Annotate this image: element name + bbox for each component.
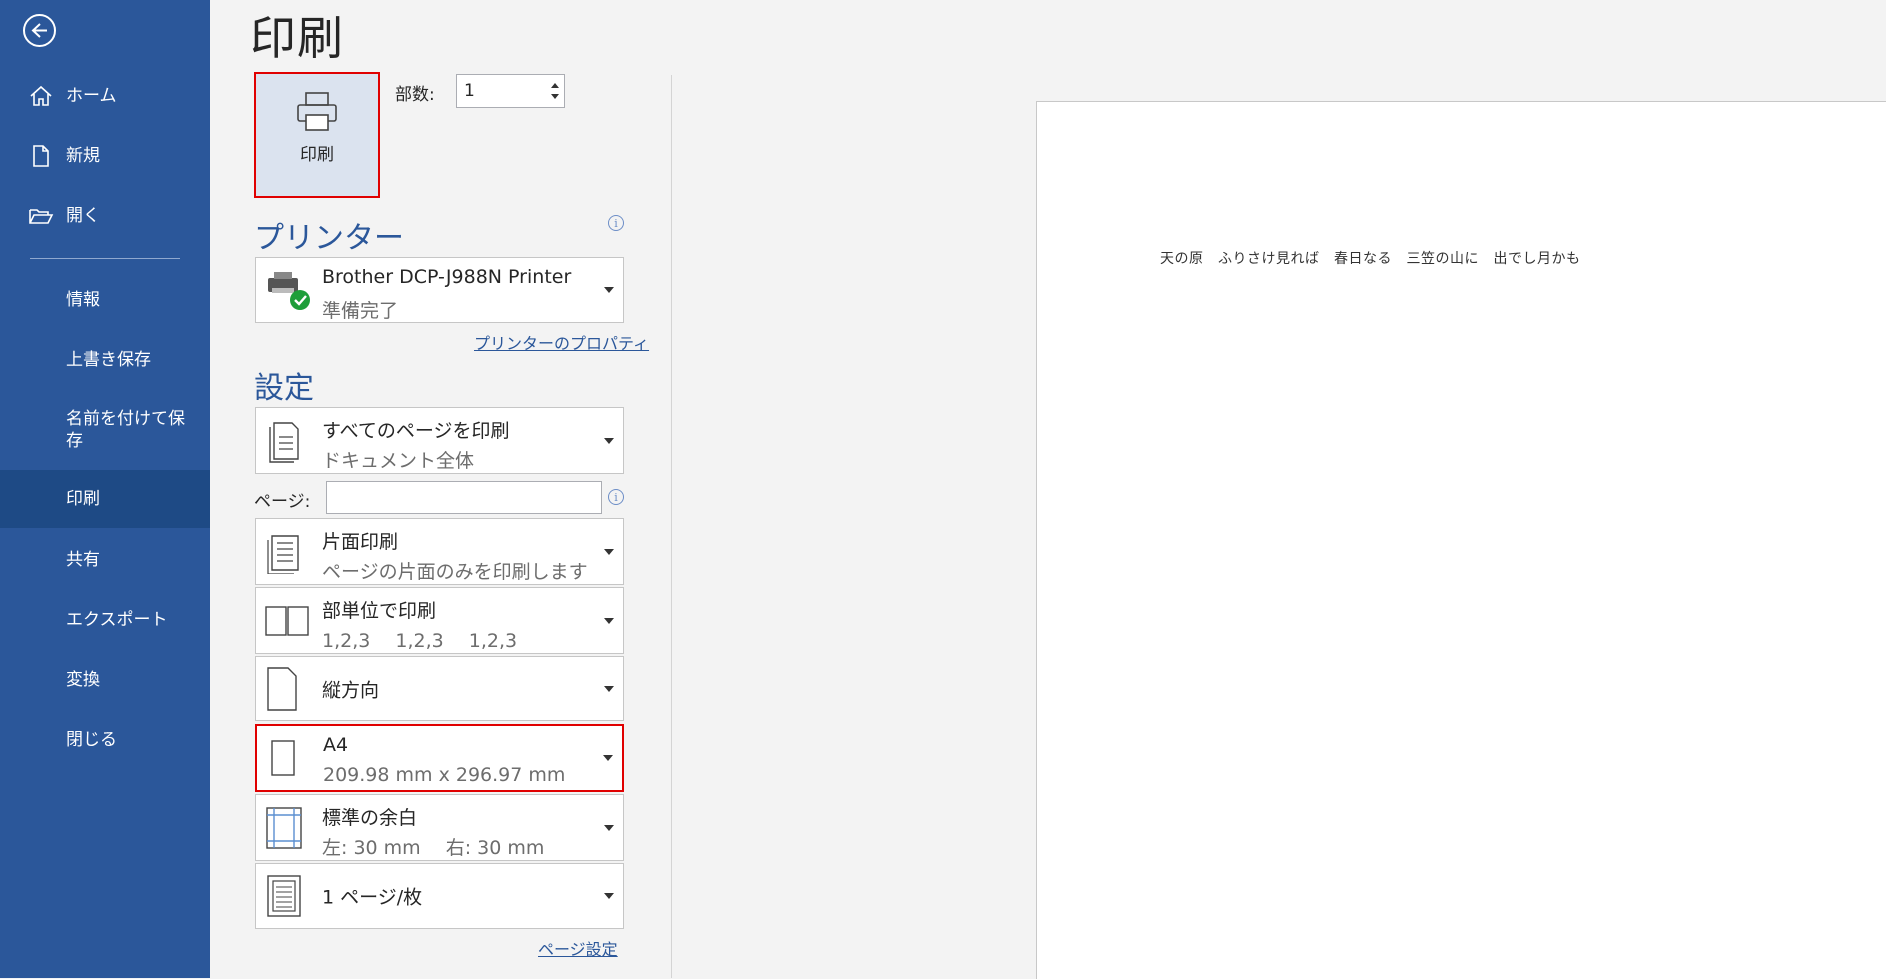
printer-properties-link[interactable]: プリンターのプロパティ bbox=[474, 330, 649, 354]
nav-label: 開く bbox=[66, 206, 100, 226]
copies-label: 部数: bbox=[395, 85, 435, 105]
nav-label: エクスポート bbox=[66, 610, 168, 630]
home-icon bbox=[30, 85, 52, 106]
paper-size-icon bbox=[271, 740, 295, 776]
panel-divider bbox=[671, 75, 672, 978]
printer-status: 準備完了 bbox=[322, 300, 399, 322]
sides-dropdown[interactable]: 片面印刷 ページの片面のみを印刷します bbox=[255, 518, 624, 585]
nav-divider bbox=[30, 258, 180, 259]
pages-input[interactable] bbox=[326, 481, 602, 514]
all-pages-icon bbox=[269, 421, 299, 463]
print-preview-page: 天の原 ふりさけ見れば 春日なる 三笠の山に 出でし月かも bbox=[1036, 101, 1886, 979]
nav-label: 共有 bbox=[66, 550, 100, 570]
back-arrow-icon bbox=[31, 23, 47, 38]
nav-label: ホーム bbox=[66, 86, 117, 106]
printer-icon bbox=[297, 92, 337, 131]
chevron-down-icon bbox=[604, 437, 614, 444]
spin-down-icon[interactable] bbox=[548, 90, 562, 104]
nav-label: 名前を付けて保存 bbox=[66, 409, 185, 451]
info-icon[interactable]: i bbox=[608, 489, 624, 505]
nav-item-save[interactable]: 上書き保存 bbox=[0, 331, 210, 389]
page-setup-link[interactable]: ページ設定 bbox=[538, 936, 618, 960]
chevron-down-icon bbox=[604, 685, 614, 692]
one-sided-icon bbox=[267, 534, 299, 574]
printer-ready-icon bbox=[268, 272, 310, 310]
copies-spinner[interactable]: 1 bbox=[456, 74, 565, 108]
paper-size-dropdown[interactable]: A4 209.98 mm x 296.97 mm bbox=[255, 724, 624, 792]
pages-per-sheet-icon bbox=[267, 875, 301, 917]
pages-per-sheet-title: 1 ページ/枚 bbox=[322, 886, 423, 909]
preview-text: 天の原 ふりさけ見れば 春日なる 三笠の山に 出でし月かも bbox=[1160, 251, 1581, 267]
margins-icon bbox=[266, 806, 302, 849]
nav-item-info[interactable]: 情報 bbox=[0, 271, 210, 329]
chevron-down-icon bbox=[604, 617, 614, 624]
nav-label: 変換 bbox=[66, 670, 100, 690]
pages-label: ページ: bbox=[254, 492, 311, 512]
print-range-title: すべてのページを印刷 bbox=[322, 420, 510, 442]
new-document-icon bbox=[33, 145, 49, 167]
nav-label: 上書き保存 bbox=[66, 350, 151, 370]
nav-label: 閉じる bbox=[66, 730, 117, 750]
printer-name: Brother DCP-J988N Printer bbox=[322, 266, 572, 288]
printer-heading: プリンター bbox=[254, 221, 404, 256]
folder-open-icon bbox=[29, 209, 54, 224]
sides-title: 片面印刷 bbox=[322, 531, 399, 553]
print-range-subtitle: ドキュメント全体 bbox=[322, 450, 475, 472]
collate-title: 部単位で印刷 bbox=[322, 600, 437, 622]
pages-per-sheet-dropdown[interactable]: 1 ページ/枚 bbox=[255, 863, 624, 929]
chevron-down-icon bbox=[604, 893, 614, 899]
orientation-title: 縦方向 bbox=[322, 679, 380, 701]
print-button[interactable]: 印刷 bbox=[254, 72, 380, 198]
orientation-dropdown[interactable]: 縦方向 bbox=[255, 656, 624, 721]
nav-item-print[interactable]: 印刷 bbox=[0, 470, 210, 528]
nav-label: 新規 bbox=[66, 146, 100, 166]
settings-heading: 設定 bbox=[254, 371, 314, 406]
nav-item-share[interactable]: 共有 bbox=[0, 531, 210, 589]
paper-size-subtitle: 209.98 mm x 296.97 mm bbox=[323, 764, 566, 786]
back-button[interactable] bbox=[23, 14, 56, 47]
paper-size-title: A4 bbox=[323, 734, 349, 756]
sides-subtitle: ページの片面のみを印刷します bbox=[322, 561, 588, 583]
page-title: 印刷 bbox=[250, 11, 344, 65]
chevron-down-icon bbox=[604, 287, 614, 293]
chevron-down-icon bbox=[603, 755, 613, 761]
nav-item-transform[interactable]: 変換 bbox=[0, 651, 210, 709]
collate-icon bbox=[265, 605, 309, 636]
nav-item-home[interactable]: ホーム bbox=[0, 67, 210, 125]
collate-subtitle: 1,2,3 1,2,3 1,2,3 bbox=[322, 630, 518, 652]
margins-title: 標準の余白 bbox=[322, 807, 418, 829]
nav-item-save-as[interactable]: 名前を付けて保存 bbox=[0, 397, 210, 463]
print-button-label: 印刷 bbox=[300, 145, 334, 165]
nav-item-open[interactable]: 開く bbox=[0, 187, 210, 245]
nav-label: 印刷 bbox=[66, 489, 100, 509]
chevron-down-icon bbox=[604, 824, 614, 831]
collate-dropdown[interactable]: 部単位で印刷 1,2,3 1,2,3 1,2,3 bbox=[255, 587, 624, 654]
printer-dropdown[interactable]: Brother DCP-J988N Printer 準備完了 bbox=[255, 257, 624, 323]
nav-item-new[interactable]: 新規 bbox=[0, 127, 210, 185]
backstage-nav: ホーム 新規 開く 情報 上書き保存 名前を付けて保存 印刷 共有 エクスポート… bbox=[0, 0, 210, 978]
portrait-icon bbox=[267, 666, 297, 711]
print-range-dropdown[interactable]: すべてのページを印刷 ドキュメント全体 bbox=[255, 407, 624, 474]
chevron-down-icon bbox=[604, 548, 614, 555]
nav-item-export[interactable]: エクスポート bbox=[0, 591, 210, 649]
copies-value[interactable]: 1 bbox=[464, 81, 475, 101]
nav-item-close[interactable]: 閉じる bbox=[0, 711, 210, 769]
info-icon[interactable]: i bbox=[608, 215, 624, 231]
margins-dropdown[interactable]: 標準の余白 左: 30 mm 右: 30 mm bbox=[255, 794, 624, 861]
margins-subtitle: 左: 30 mm 右: 30 mm bbox=[322, 837, 545, 859]
nav-label: 情報 bbox=[66, 290, 100, 310]
